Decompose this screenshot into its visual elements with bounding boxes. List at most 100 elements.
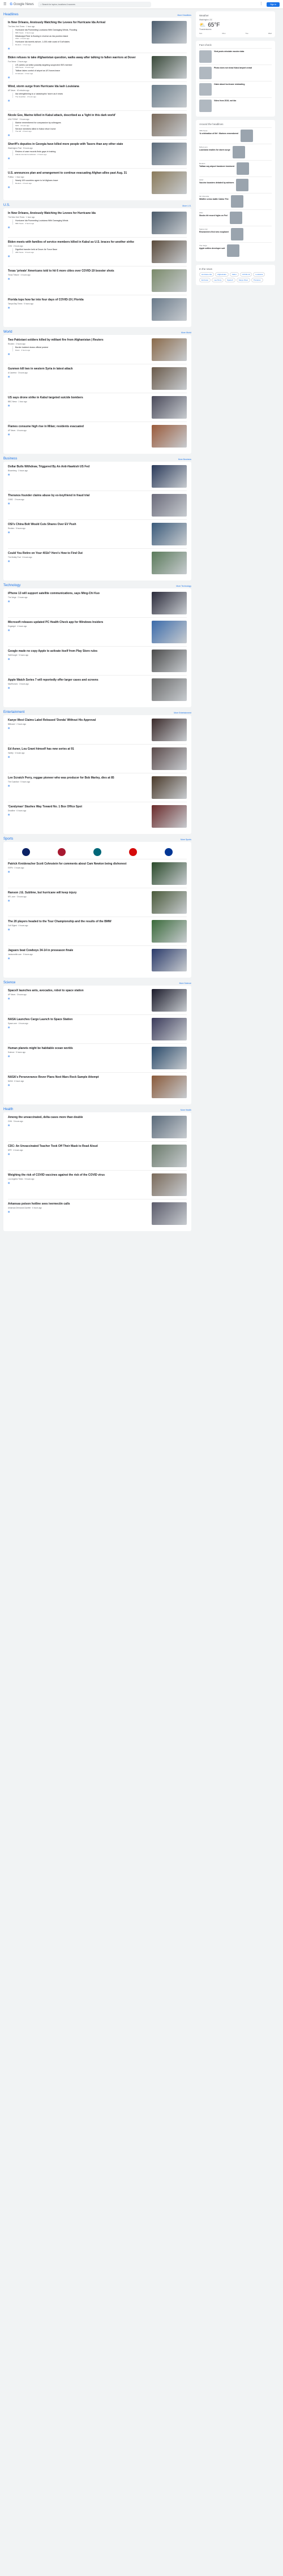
fact-check-item[interactable]: Photo does not show Kabul airport crowd (199, 64, 272, 81)
full-coverage-link[interactable]: ▤ (8, 900, 148, 902)
story[interactable]: CDC: An Unvaccinated Teacher Took Off Th… (8, 1141, 187, 1170)
full-coverage-link[interactable]: ▤ (8, 1055, 148, 1057)
around-item[interactable]: CBS News 'A celebration of life': Marines… (199, 127, 272, 144)
fact-check-item[interactable]: Video from 2019, not Ida (199, 97, 272, 114)
story[interactable]: NASA Launches Cargo Launch to Space Stat… (8, 1014, 187, 1043)
story-thumbnail[interactable] (152, 113, 187, 136)
story[interactable]: Biden meets with families of service mem… (8, 237, 187, 266)
around-item[interactable]: NOLA.com Louisiana readies for storm surg… (199, 144, 272, 160)
around-item[interactable]: SF Chronicle Wildfire crews battle Caldor… (199, 193, 272, 209)
full-coverage-link[interactable]: ▤ (8, 100, 148, 102)
search-input[interactable]: ⌕ Search for topics, locations & sources (38, 1, 152, 7)
story[interactable]: Nicole Gee, Marine killed in Kabul attac… (8, 110, 187, 139)
full-coverage-link[interactable]: ▤ (8, 134, 148, 136)
story[interactable]: US says drone strike in Kabul targeted s… (8, 393, 187, 422)
story-thumbnail[interactable] (152, 21, 187, 44)
full-coverage-link[interactable]: ▤ (8, 1124, 148, 1126)
story-title[interactable]: Google made no copy Apple to activate it… (8, 650, 148, 653)
story-title[interactable]: Sheriff's deputies in Georgia have kille… (8, 143, 148, 146)
topic-chip[interactable]: Lee Perry (212, 278, 224, 282)
story-thumbnail[interactable] (152, 621, 187, 644)
topic-chip[interactable]: Louisiana (253, 272, 265, 277)
story-thumbnail[interactable] (152, 523, 187, 546)
story[interactable]: U.S. announces plan and arrangement to c… (8, 168, 187, 197)
full-coverage-link[interactable]: ▤ (8, 186, 148, 188)
story-thumbnail[interactable] (152, 592, 187, 615)
story-title[interactable]: Biden refuses to take Afghanistan questi… (8, 56, 148, 59)
story-title[interactable]: SpaceX launches ants, avocados, robot to… (8, 989, 148, 992)
story[interactable]: The 20 players headed to the Tour Champi… (8, 917, 187, 945)
story-thumbnail[interactable] (152, 240, 187, 264)
story-thumbnail[interactable] (152, 719, 187, 742)
story[interactable]: Dollar Bulls Withdraw, Triggered By An A… (8, 465, 187, 491)
section-title[interactable]: Science (3, 981, 15, 984)
apps-grid-icon[interactable]: ⋮ (259, 2, 263, 6)
section-title[interactable]: U.S. (3, 204, 10, 207)
topic-chip[interactable]: Afghanistan (215, 272, 229, 277)
section-more-link[interactable]: More Headlines (177, 14, 191, 16)
story-thumbnail[interactable] (152, 1018, 187, 1041)
story[interactable]: Apple Watch Series 7 will reportedly off… (8, 675, 187, 704)
full-coverage-link[interactable]: ▤ (8, 1211, 148, 1213)
story-thumbnail[interactable] (152, 212, 187, 235)
full-coverage-link[interactable]: ▤ (8, 629, 148, 631)
story[interactable]: Florida tops how far into four days of C… (8, 295, 187, 324)
story-title[interactable]: In New Orleans, Anxiously Watching the L… (8, 212, 148, 215)
story-thumbnail[interactable] (152, 805, 187, 828)
story-thumbnail[interactable] (152, 650, 187, 673)
section-more-link[interactable]: More Health (181, 1109, 191, 1111)
story[interactable]: Among the unvaccinated, delta cases more… (8, 1116, 187, 1141)
story-title[interactable]: Florida tops how far into four days of C… (8, 298, 148, 302)
team-logo-icon[interactable] (129, 848, 138, 857)
team-logo-icon[interactable] (165, 848, 173, 857)
full-coverage-link[interactable]: ▤ (8, 48, 148, 50)
story-title[interactable]: Gunmen kill two in western Syria in late… (8, 367, 148, 371)
story-title[interactable]: Dollar Bulls Withdraw, Triggered By An A… (8, 465, 148, 468)
around-item[interactable]: Space.com Researchers find new exoplanet (199, 226, 272, 242)
story-thumbnail[interactable] (152, 143, 187, 166)
story-thumbnail[interactable] (152, 678, 187, 702)
full-coverage-link[interactable]: ▤ (8, 1182, 148, 1184)
story[interactable]: Two Pakistani soldiers killed by militan… (8, 338, 187, 364)
full-coverage-link[interactable]: ▤ (8, 474, 148, 476)
story-title[interactable]: US says drone strike in Kabul targeted s… (8, 396, 148, 399)
full-coverage-link[interactable]: ▤ (8, 997, 148, 1000)
section-title[interactable]: Sports (3, 837, 13, 841)
full-coverage-link[interactable]: ▤ (8, 756, 148, 758)
story[interactable]: In New Orleans, Anxiously Watching the L… (8, 21, 187, 53)
logo[interactable]: G Google News (10, 3, 35, 6)
topic-chip[interactable]: Hurricane Ida (199, 272, 215, 277)
story-thumbnail[interactable] (152, 920, 187, 943)
full-coverage-link[interactable]: ▤ (8, 928, 148, 931)
topic-chip[interactable]: COVID-19 (239, 272, 252, 277)
story-thumbnail[interactable] (152, 269, 187, 293)
story-thumbnail[interactable] (152, 338, 187, 362)
story[interactable]: Weighing the risk of COVID vaccines agai… (8, 1170, 187, 1199)
story-thumbnail[interactable] (152, 862, 187, 885)
full-coverage-link[interactable]: ▤ (8, 687, 148, 689)
story-title[interactable]: Theranos founder claims abuse by ex-boyf… (8, 494, 148, 497)
topic-chip[interactable]: Kanye West (236, 278, 250, 282)
full-coverage-link[interactable]: ▤ (8, 871, 148, 873)
story-title[interactable]: Flames consume high rise in Milan; resid… (8, 425, 148, 428)
section-more-link[interactable]: More World (181, 332, 191, 334)
full-coverage-link[interactable]: ▤ (8, 785, 148, 787)
around-item[interactable]: STAT Vaccine boosters debated by advisers (199, 177, 272, 193)
story-thumbnail[interactable] (152, 989, 187, 1012)
story-title[interactable]: In New Orleans, Anxiously Watching the L… (8, 21, 148, 24)
story[interactable]: Could You Retire on Your 401k? Here's Ho… (8, 548, 187, 577)
full-coverage-link[interactable]: ▤ (8, 1153, 148, 1155)
story-title[interactable]: Arkansas poison hotline sees ivermectin … (8, 1202, 148, 1206)
full-coverage-link[interactable]: ▤ (8, 1084, 148, 1086)
story-title[interactable]: Weighing the risk of COVID vaccines agai… (8, 1173, 148, 1177)
story-title[interactable]: Ranson J.E. Sublime, but hurricane will … (8, 891, 148, 894)
full-coverage-link[interactable]: ▤ (8, 658, 148, 660)
story[interactable]: Google made no copy Apple to activate it… (8, 646, 187, 675)
story-title[interactable]: OSI's China Bolt Would Cuts Shares Over … (8, 523, 148, 526)
story-title[interactable]: CDC: An Unvaccinated Teacher Took Off Th… (8, 1145, 148, 1148)
story-title[interactable]: Wind, storm surge from Hurricane Ida las… (8, 85, 148, 88)
section-title[interactable]: Headlines (3, 13, 19, 16)
full-coverage-link[interactable]: ▤ (8, 957, 148, 960)
team-logo-icon[interactable] (57, 848, 66, 857)
full-coverage-link[interactable]: ▤ (8, 433, 148, 436)
